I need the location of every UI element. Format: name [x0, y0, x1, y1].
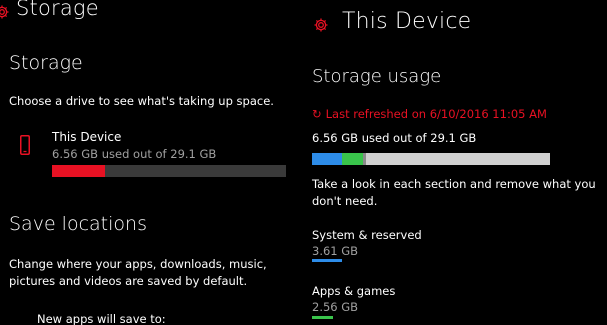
drive-name: This Device	[52, 130, 122, 144]
gear-icon	[0, 4, 10, 20]
category-system-reserved[interactable]: System & reserved	[312, 228, 422, 242]
hint-line1: Take a look in each section and remove w…	[312, 177, 596, 191]
page-title: Storage	[16, 0, 99, 20]
category-apps-games[interactable]: Apps & games	[312, 284, 395, 298]
device-title: This Device	[342, 9, 472, 34]
storage-description: Choose a drive to see what's taking up s…	[9, 94, 274, 108]
storage-settings-pane: Storage Storage Choose a drive to see wh…	[0, 0, 300, 325]
storage-section-title: Storage	[9, 52, 83, 74]
usage-segment-0	[312, 153, 342, 165]
gear-icon	[313, 17, 329, 33]
save-locations-desc-line1: Change where your apps, downloads, music…	[9, 257, 267, 271]
drive-usage-fill	[52, 165, 105, 177]
storage-usage-bar	[312, 153, 550, 165]
category-apps-bar	[312, 316, 333, 319]
hint-line2: don't need.	[312, 194, 378, 208]
drive-this-device[interactable]: This Device 6.56 GB used out of 29.1 GB	[8, 128, 293, 178]
save-locations-title: Save locations	[9, 213, 147, 235]
save-locations-desc-line2: pictures and videos are saved by default…	[9, 274, 248, 288]
category-apps-size: 2.56 GB	[312, 300, 359, 314]
last-refreshed-text: Last refreshed on 6/10/2016 11:05 AM	[325, 107, 547, 121]
this-device-pane: This Device Storage usage ↻ Last refreshe…	[300, 0, 607, 325]
refresh-link[interactable]: ↻ Last refreshed on 6/10/2016 11:05 AM	[312, 107, 547, 121]
category-system-size: 3.61 GB	[312, 244, 359, 258]
drive-usage-bar	[52, 165, 286, 177]
category-system-bar	[312, 259, 342, 262]
phone-icon	[20, 135, 30, 155]
storage-usage-title: Storage usage	[312, 66, 442, 87]
usage-segment-1	[342, 153, 363, 165]
new-apps-save-label: New apps will save to:	[37, 312, 166, 325]
usage-segment-2	[363, 153, 366, 165]
drive-usage: 6.56 GB used out of 29.1 GB	[52, 147, 217, 161]
used-space-text: 6.56 GB used out of 29.1 GB	[312, 131, 477, 145]
refresh-icon: ↻	[312, 107, 322, 121]
